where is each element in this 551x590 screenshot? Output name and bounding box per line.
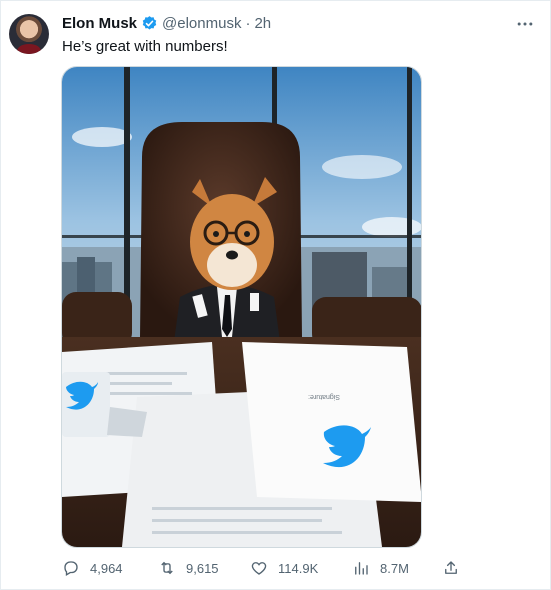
- views-count: 8.7M: [380, 560, 409, 576]
- author-handle[interactable]: @elonmusk: [162, 15, 241, 32]
- more-options-icon[interactable]: [515, 14, 535, 34]
- document-signature-line: Signature:: [308, 393, 340, 400]
- retweet-count: 9,615: [186, 560, 219, 576]
- verified-badge-icon: [142, 16, 157, 30]
- author-avatar[interactable]: [9, 14, 49, 54]
- analytics-bar-icon: [355, 562, 368, 575]
- share-icon: [445, 561, 457, 574]
- heart-icon: [251, 562, 267, 575]
- reply-icon: [64, 561, 78, 576]
- reply-count: 4,964: [90, 560, 123, 576]
- separator-dot: ·: [245, 15, 251, 32]
- retweet-icon: [161, 561, 173, 575]
- author-name[interactable]: Elon Musk: [62, 15, 137, 32]
- tweet-actions-bar: 4,964 9,615 114.9K 8.7M: [62, 556, 462, 580]
- like-count: 114.9K: [278, 560, 319, 576]
- views-button[interactable]: 8.7M: [352, 556, 409, 580]
- tweet-text: He’s great with numbers!: [62, 38, 228, 55]
- reply-button[interactable]: 4,964: [62, 556, 123, 580]
- tweet-media-photo[interactable]: Signature:: [61, 66, 422, 548]
- like-button[interactable]: 114.9K: [250, 556, 318, 580]
- photo-shiba-ceo: Signature:: [62, 67, 421, 547]
- tweet-timestamp[interactable]: 2h: [254, 15, 271, 32]
- share-button[interactable]: [442, 556, 460, 580]
- retweet-button[interactable]: 9,615: [158, 556, 219, 580]
- tweet-header: Elon Musk @elonmusk · 2h: [62, 15, 271, 32]
